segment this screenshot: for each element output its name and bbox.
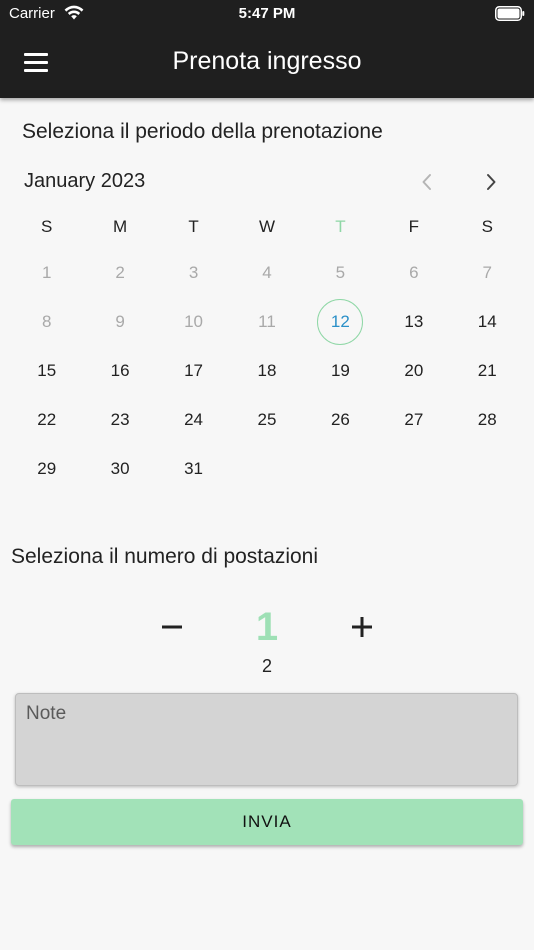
calendar-day[interactable]: 26 [304,395,377,444]
seats-count-value: 1 [255,605,279,649]
weekday-label-today: T [335,217,346,236]
calendar-day-number: 10 [184,312,204,331]
calendar-day-number: 13 [404,312,424,331]
calendar-day-number: 20 [404,361,424,380]
status-bar: Carrier 5:47 PM [0,0,534,28]
calendar-day[interactable]: 16 [83,346,156,395]
calendar-day-number: 1 [41,263,52,282]
calendar-day-number: 5 [335,263,346,282]
calendar-day-number: 17 [184,361,204,380]
calendar-day: 10 [157,297,230,346]
calendar-day[interactable]: 17 [157,346,230,395]
calendar-day[interactable]: 22 [10,395,83,444]
calendar-day-number: 29 [37,459,57,478]
calendar-day[interactable]: 21 [451,346,524,395]
calendar-day-number: 18 [257,361,277,380]
weekday-label: S [41,217,53,236]
calendar-month-label: January 2023 [24,170,146,192]
calendar-day-number: 25 [257,410,277,429]
calendar-week: 22 23 24 25 26 27 28 [10,395,524,444]
calendar-day: 4 [230,248,303,297]
calendar-day[interactable]: 20 [377,346,450,395]
weekday-label: F [408,217,420,236]
calendar-day: 5 [304,248,377,297]
calendar-day[interactable]: 30 [83,444,156,493]
calendar-day-number: 21 [477,361,497,380]
calendar-day: 3 [157,248,230,297]
calendar-day-number: 27 [404,410,424,429]
weekday-label: W [258,217,275,236]
calendar-day-number: 26 [330,410,350,429]
calendar-day[interactable]: 14 [451,297,524,346]
calendar-day[interactable]: 27 [377,395,450,444]
calendar-week: 29 30 31 [10,444,524,493]
calendar-day-number: 15 [37,361,57,380]
calendar-day[interactable]: 29 [10,444,83,493]
page-title: Prenota ingresso [172,47,362,75]
calendar-grid: S M T W T F S 1 2 3 4 5 6 7 8 9 10 11 12… [10,206,524,493]
app-bar: Carrier 5:47 PM Prenota ingresso [0,0,534,98]
calendar-day-number: 16 [110,361,130,380]
calendar-day[interactable]: 18 [230,346,303,395]
calendar-day: 7 [451,248,524,297]
calendar-day[interactable]: 28 [451,395,524,444]
calendar-week: 1 2 3 4 5 6 7 [10,248,524,297]
note-field[interactable] [15,693,518,786]
calendar-day[interactable]: 31 [157,444,230,493]
calendar-day[interactable]: 25 [230,395,303,444]
calendar-week: 15 16 17 18 19 20 21 [10,346,524,395]
calendar-day-number: 11 [258,312,276,331]
calendar-day-number: 23 [110,410,130,429]
calendar-day: 2 [83,248,156,297]
previous-month-chevron-icon[interactable] [415,170,439,194]
calendar-day: 1 [10,248,83,297]
calendar-day[interactable]: 23 [83,395,156,444]
calendar-day[interactable]: 15 [10,346,83,395]
calendar-day[interactable]: 19 [304,346,377,395]
status-time: 5:47 PM [238,5,296,22]
calendar-day-number: 14 [477,312,497,331]
calendar-day-number: 8 [41,312,52,331]
calendar-day: 8 [10,297,83,346]
plus-icon[interactable] [348,613,376,641]
calendar-day-number: 22 [37,410,57,429]
calendar-day[interactable]: 13 [377,297,450,346]
calendar-day-number: 30 [110,459,130,478]
seats-next-value: 2 [261,656,272,676]
next-month-chevron-icon[interactable] [479,170,503,194]
calendar-day-number: 7 [482,263,492,282]
calendar-day-number: 4 [262,263,272,282]
calendar-day-number: 3 [188,263,199,282]
calendar-day[interactable]: 24 [157,395,230,444]
weekday-label: S [481,217,493,236]
calendar-day-selected[interactable]: 12 [304,297,377,346]
calendar-day: 9 [83,297,156,346]
submit-button[interactable]: INVIA [11,799,523,845]
calendar-day-number: 31 [184,459,204,478]
seats-stepper: 1 [0,605,534,655]
battery-icon [495,6,525,21]
period-section-title: Seleziona il periodo della prenotazione [22,120,383,143]
calendar-day-number: 2 [115,263,125,282]
calendar-week: 8 9 10 11 12 13 14 [10,297,524,346]
minus-icon[interactable] [158,613,186,641]
calendar-day-number: 28 [477,410,497,429]
weekday-header: S M T W T F S [10,206,524,248]
calendar-day: 6 [377,248,450,297]
calendar-day-number: 9 [115,312,125,331]
calendar-day: 11 [230,297,303,346]
weekday-label: M [113,217,128,236]
seats-section-title: Seleziona il numero di postazioni [11,545,319,568]
calendar-day-number: 19 [330,361,350,380]
calendar-day-number: 24 [184,410,204,429]
calendar-day-number: 6 [409,263,419,282]
calendar-day-number: 12 [317,299,364,345]
weekday-label: T [188,217,199,236]
